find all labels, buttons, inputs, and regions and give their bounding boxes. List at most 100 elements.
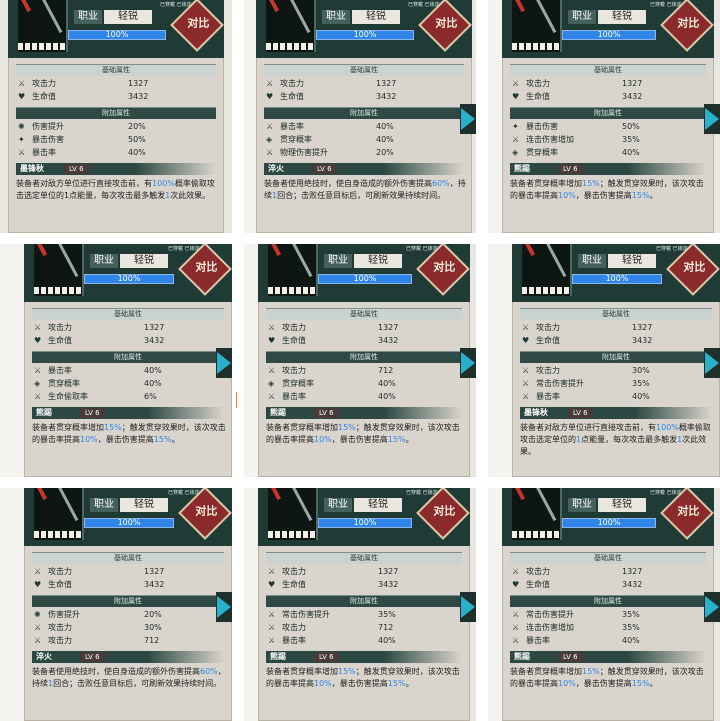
next-arrow-icon[interactable] — [461, 108, 475, 130]
stat-row: ♥ 生命值 3432 — [522, 335, 712, 347]
status-tags: 已穿戴 已锁定 — [160, 2, 192, 8]
stat-value: 712 — [144, 636, 160, 645]
stat-name: 攻击力 — [282, 567, 306, 576]
skill-name: 熊踢 — [270, 408, 286, 417]
profession-row: 职业 轻锐 — [90, 498, 168, 512]
stat-name: 暴击率 — [526, 636, 550, 645]
description-text: 装备者贯穿概率增加 — [32, 423, 104, 432]
compare-button[interactable]: 对比 — [662, 0, 712, 50]
section-base-title: 基础属性 — [16, 64, 216, 76]
background-strip — [244, 244, 258, 477]
description-text: 。 — [649, 191, 658, 200]
stat-value: 50% — [622, 122, 640, 131]
status-tags: 已穿戴 已锁定 — [168, 490, 200, 496]
stat-name: 生命值 — [48, 336, 72, 345]
weapon-portrait — [18, 0, 68, 52]
highlight-value: 0% — [319, 679, 332, 688]
extra-stat-row: ⚔ 常击伤害提升 35% — [522, 378, 712, 390]
stat-name: 常击伤害提升 — [536, 379, 584, 388]
profession-value: 轻锐 — [352, 10, 400, 24]
extra-stat-row: ⚔ 连击伤害增加 35% — [512, 134, 706, 146]
description-text: 装备者对敌方单位进行直接攻击前，有 — [520, 423, 656, 432]
compare-label: 对比 — [195, 504, 218, 518]
profession-row: 职业 轻锐 — [324, 498, 402, 512]
sword-icon: ⚔ — [34, 623, 42, 632]
background-strip — [488, 488, 502, 721]
background-strip — [488, 244, 512, 477]
description-text: ，暴击伤害提高 — [331, 435, 388, 444]
equipment-header: 职业 轻锐 100% 对比 已穿戴 已锁定 — [256, 0, 472, 58]
weapon-portrait — [268, 244, 318, 296]
compare-button[interactable]: 对比 — [418, 244, 468, 294]
sword-icon: ⚔ — [522, 366, 530, 375]
stat-value: 20% — [144, 610, 162, 619]
next-arrow-icon[interactable] — [705, 352, 719, 374]
skill-description: 装备者对敌方单位进行直接攻击前，有100%概率偷取攻击选定单位的1点能量，每次攻… — [520, 422, 714, 458]
stat-row: ⚔ 攻击力 1327 — [18, 78, 216, 90]
next-arrow-icon[interactable] — [705, 108, 719, 130]
stat-value: 40% — [378, 379, 396, 388]
skill-header: 淬火 LV 6 — [32, 651, 224, 663]
gear-icon: ✺ — [18, 122, 25, 131]
section-base-title: 基础属性 — [264, 64, 464, 76]
compare-button[interactable]: 对比 — [420, 0, 470, 50]
extra-stat-row: ⚔ 连击伤害增加 35% — [512, 622, 706, 634]
heart-icon: ♥ — [522, 336, 530, 345]
sword-icon: ⚔ — [268, 323, 276, 332]
highlight-value: 15% — [582, 667, 600, 676]
compare-button[interactable]: 对比 — [172, 0, 222, 50]
hilt-icon — [524, 244, 536, 257]
blade-icon — [56, 244, 79, 278]
portrait-trim — [268, 531, 316, 538]
weapon-portrait — [34, 244, 84, 296]
section-base-title: 基础属性 — [266, 552, 462, 564]
compare-label: 对比 — [433, 504, 456, 518]
compare-button[interactable]: 对比 — [668, 244, 718, 294]
next-arrow-icon[interactable] — [217, 596, 231, 618]
status-tags: 已穿戴 已锁定 — [650, 2, 682, 8]
next-arrow-icon[interactable] — [217, 352, 231, 374]
stat-name: 贯穿概率 — [280, 135, 312, 144]
highlight-value: 15% — [631, 191, 650, 200]
equipment-card: 职业 轻锐 100% 对比 已穿戴 已锁定 基础属性 ⚔ 攻击力 1327 ♥ 生命值 3432 附加属… — [258, 488, 470, 721]
description-text: 装备者使用绝技时，使自身造成的额外伤害提高 — [264, 179, 432, 188]
highlight-value: 60% — [432, 179, 450, 188]
profession-label: 职业 — [324, 254, 352, 268]
stat-value: 40% — [378, 636, 396, 645]
skill-header: 熊踢 LV 6 — [266, 651, 462, 663]
stat-name: 攻击力 — [282, 366, 306, 375]
stat-name: 常击伤害提升 — [282, 610, 330, 619]
stat-name: 攻击力 — [48, 567, 72, 576]
stat-value: 35% — [622, 610, 640, 619]
section-extra-title: 附加属性 — [266, 351, 462, 363]
compare-button[interactable]: 对比 — [180, 488, 230, 538]
heart-icon: ♥ — [34, 336, 42, 345]
stat-value: 1327 — [144, 323, 165, 332]
background-strip — [488, 0, 502, 233]
stat-value: 3432 — [376, 92, 397, 101]
equipment-panel: 职业 轻锐 100% 对比 已穿戴 已锁定 基础属性 ⚔ 攻击力 1327 ♥ 生命值 3432 附加属… — [0, 0, 232, 233]
extra-stat-row: ⚔ 攻击力 712 — [268, 365, 462, 377]
stat-row: ⚔ 攻击力 1327 — [268, 566, 462, 578]
highlight-value: 15% — [153, 435, 172, 444]
compare-button[interactable]: 对比 — [662, 488, 712, 538]
stat-value: 50% — [128, 135, 146, 144]
next-arrow-icon[interactable] — [461, 352, 475, 374]
stat-row: ⚔ 攻击力 1327 — [34, 322, 224, 334]
compare-button[interactable]: 对比 — [180, 244, 230, 294]
compare-button[interactable]: 对比 — [418, 488, 468, 538]
status-tags: 已穿戴 已锁定 — [168, 246, 200, 252]
sword-icon: ⚔ — [268, 392, 276, 401]
level-progress-bar: 100% — [318, 518, 412, 528]
equipment-card: 职业 轻锐 100% 对比 已穿戴 已锁定 基础属性 ⚔ 攻击力 1327 ♥ 生命值 3432 附加属… — [258, 244, 470, 477]
stat-row: ♥ 生命值 3432 — [268, 579, 462, 591]
next-arrow-icon[interactable] — [705, 596, 719, 618]
sword-icon: ⚔ — [34, 323, 42, 332]
highlight-value: 15% — [104, 423, 122, 432]
description-text: 回合；击败任意目标后，可刷新效果持续时间。 — [53, 679, 222, 688]
section-extra-title: 附加属性 — [32, 351, 224, 363]
blade-icon — [290, 488, 313, 522]
profession-row: 职业 轻锐 — [74, 10, 152, 24]
next-arrow-icon[interactable] — [461, 596, 475, 618]
sword-icon: ⚔ — [34, 636, 42, 645]
